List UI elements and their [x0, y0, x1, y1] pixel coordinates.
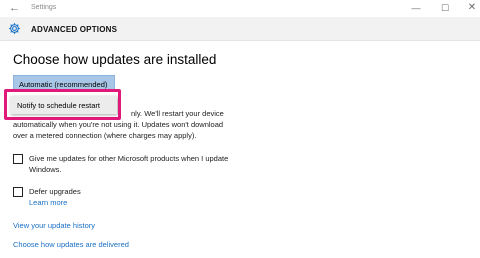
page-title: Choose how updates are installed — [13, 52, 217, 67]
checkbox-label-line: Give me updates for other Microsoft prod… — [29, 154, 229, 163]
other-products-checkbox[interactable] — [13, 154, 23, 164]
maximize-button[interactable]: ☐ — [435, 1, 455, 15]
choose-delivery-link[interactable]: Choose how updates are delivered — [13, 240, 129, 249]
other-products-checkbox-row[interactable]: Give me updates for other Microsoft prod… — [13, 153, 228, 175]
minimize-button[interactable]: — — [406, 1, 426, 15]
description-line: over a metered connection (where charges… — [13, 131, 197, 140]
select-value: Automatic (recommended) — [19, 80, 108, 89]
back-arrow-icon[interactable]: ← — [9, 2, 20, 14]
title-bar: ← Settings — ☐ ✕ — [0, 0, 480, 17]
checkbox-label-line: Windows. — [29, 165, 62, 174]
checkbox-label: Give me updates for other Microsoft prod… — [29, 153, 228, 175]
gear-icon — [8, 22, 21, 35]
window-title: Settings — [31, 4, 57, 11]
checkbox-label: Defer upgrades — [29, 187, 81, 196]
view-update-history-link[interactable]: View your update history — [13, 221, 95, 230]
close-button[interactable]: ✕ — [462, 1, 480, 15]
header-title: ADVANCED OPTIONS — [31, 25, 118, 34]
learn-more-link[interactable]: Learn more — [29, 198, 67, 207]
defer-upgrades-checkbox-row[interactable]: Defer upgrades — [13, 186, 81, 197]
page-header: ADVANCED OPTIONS — [0, 17, 480, 41]
defer-upgrades-checkbox[interactable] — [13, 187, 23, 197]
highlight-annotation — [4, 89, 121, 120]
description-line: automatically when you're not using it. … — [13, 120, 224, 129]
